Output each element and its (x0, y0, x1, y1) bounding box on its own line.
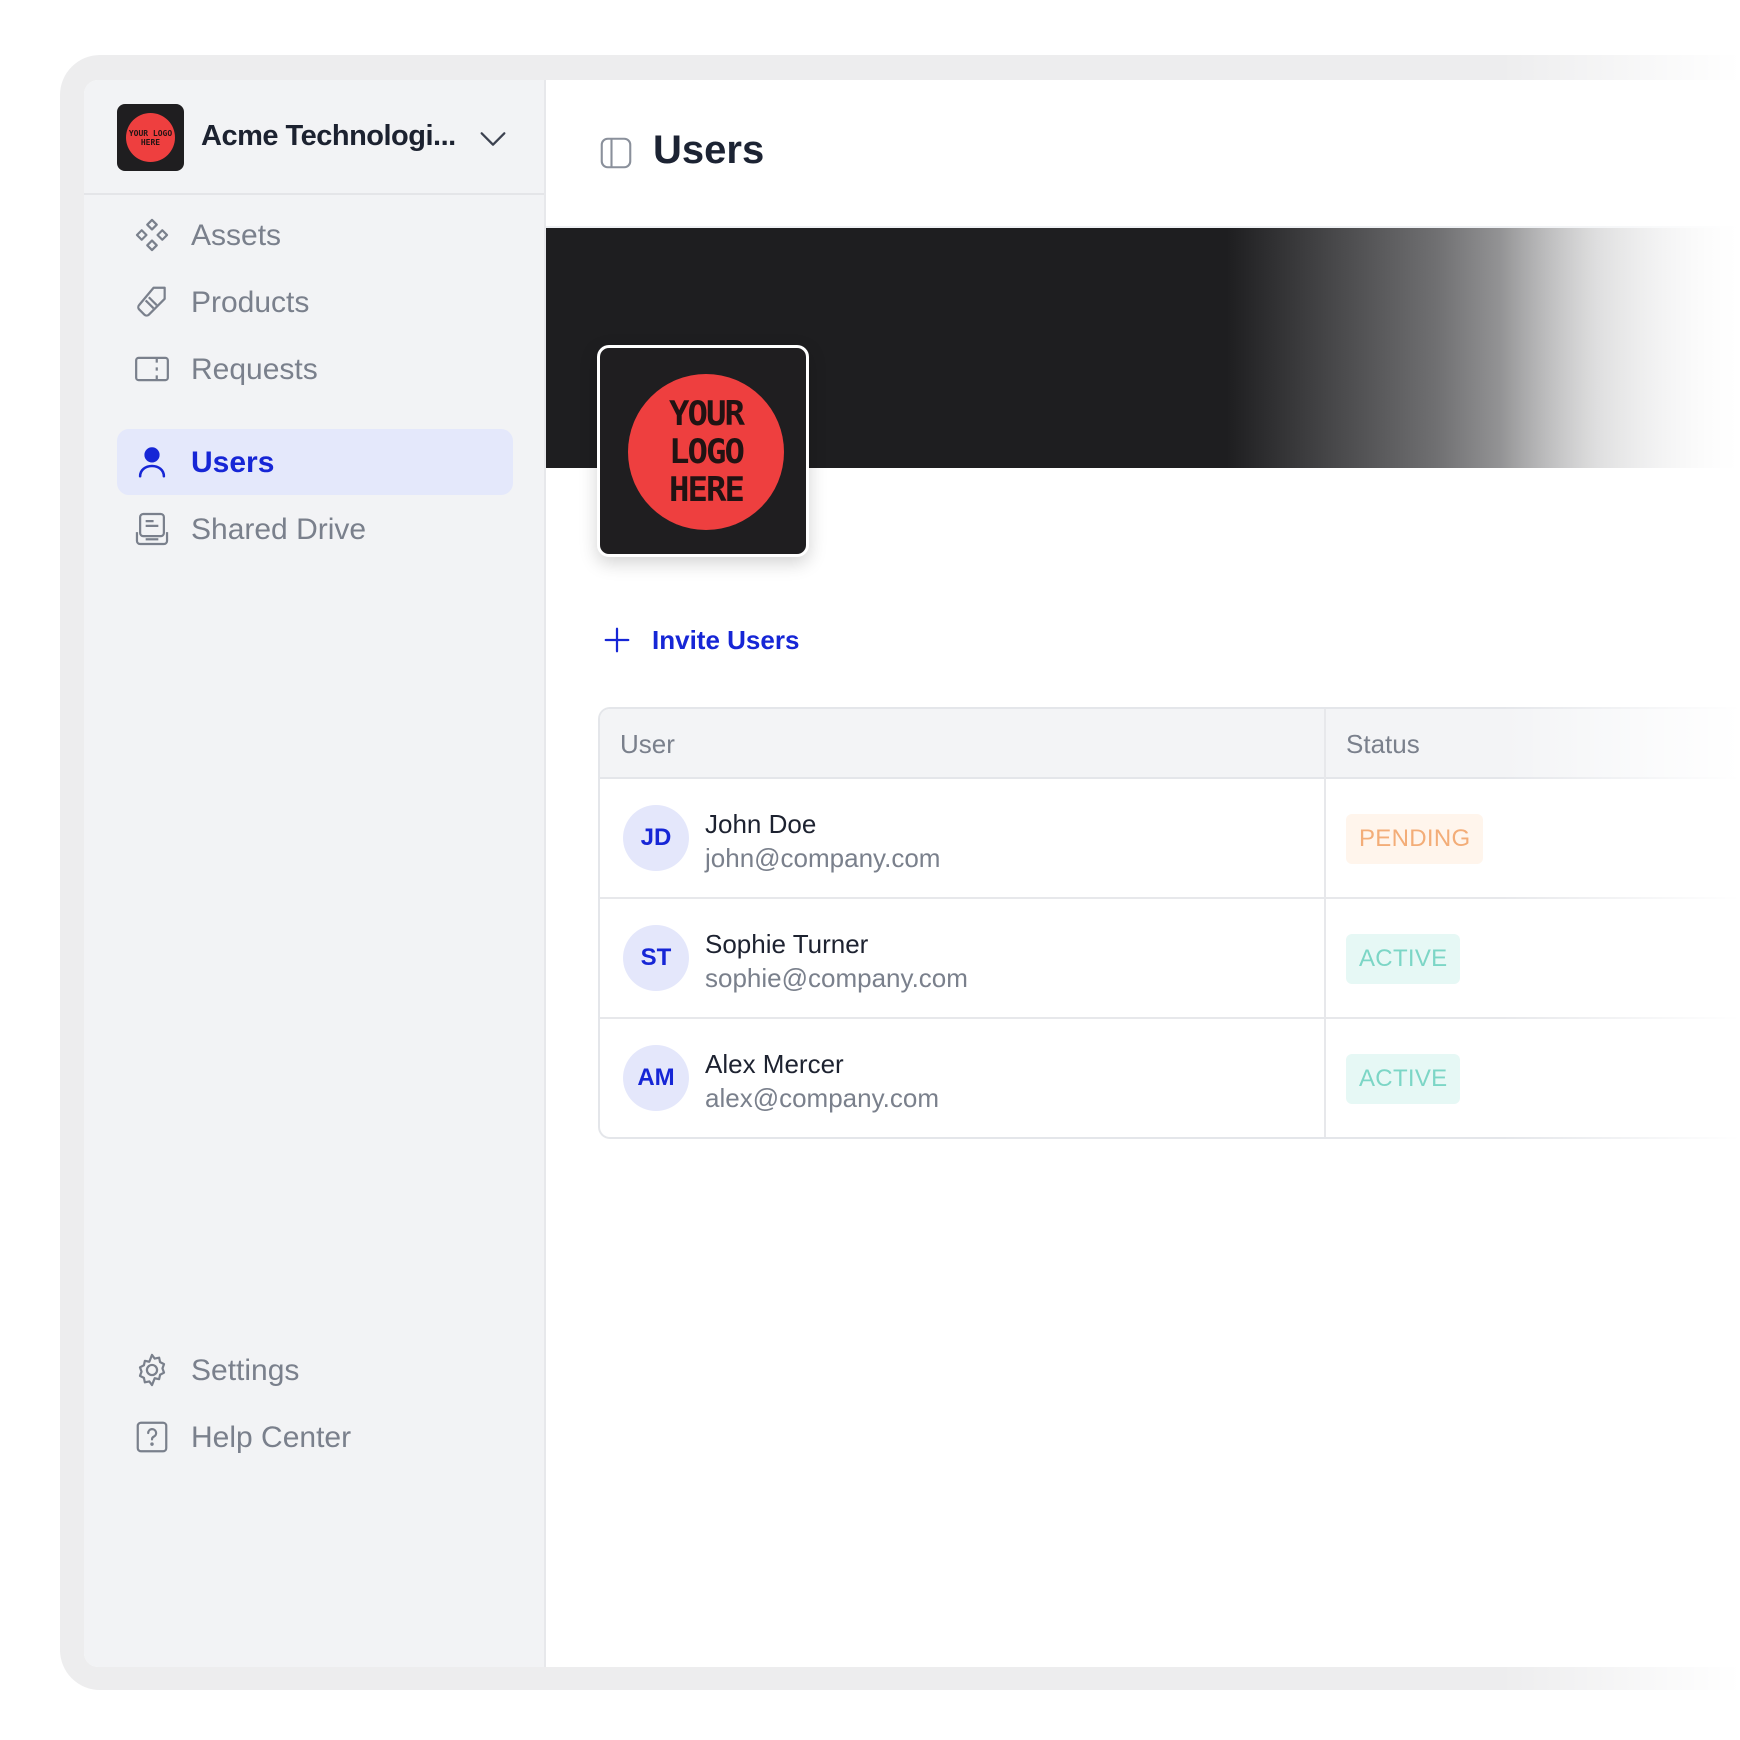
user-email: sophie@company.com (705, 963, 968, 993)
logo-text-line: LOGO (669, 432, 745, 472)
user-name: Alex Mercer (705, 1049, 844, 1079)
user-name: Sophie Turner (705, 929, 869, 959)
column-divider (1324, 709, 1326, 1137)
avatar: ST (623, 925, 689, 991)
sidebar-item-products[interactable]: Products (117, 269, 513, 335)
org-logo-disc: YOUR LOGO HERE (126, 113, 175, 162)
sidebar-item-users[interactable]: Users (117, 429, 513, 495)
help-icon (136, 1421, 168, 1453)
sidebar-item-label: Users (191, 446, 275, 479)
avatar: JD (623, 805, 689, 871)
sidebar: YOUR LOGO HERE Acme Technologi... Assets… (84, 80, 546, 1667)
status-badge: ACTIVE (1346, 1054, 1461, 1104)
chevron-down-icon[interactable] (476, 122, 510, 156)
sidebar-item-shared-drive[interactable]: Shared Drive (117, 496, 513, 562)
logo-text-line: HERE (669, 470, 745, 510)
user-email: john@company.com (705, 843, 941, 873)
table-header: User Status (600, 709, 1740, 779)
sidebar-item-label: Assets (191, 219, 282, 252)
sidebar-item-label: Shared Drive (191, 513, 367, 546)
logo-disc: YOUR LOGO HERE (628, 374, 784, 530)
company-logo: YOUR LOGO HERE (597, 345, 809, 557)
sidebar-item-label: Products (191, 286, 310, 319)
main-content: Users YOUR LOGO HERE Invite Users User S… (546, 80, 1740, 1667)
drive-icon (135, 512, 169, 546)
invite-users-label: Invite Users (652, 624, 800, 655)
user-name: John Doe (705, 809, 817, 839)
ticket-icon (135, 356, 169, 382)
table-row[interactable]: JD John Doe john@company.com PENDING (600, 779, 1740, 899)
table-row[interactable]: AM Alex Mercer alex@company.com ACTIVE (600, 1019, 1740, 1137)
sidebar-item-assets[interactable]: Assets (117, 202, 513, 268)
top-bar: Users (546, 80, 1740, 228)
sidebar-item-label: Help Center (191, 1421, 352, 1454)
assets-icon (135, 218, 169, 252)
avatar: AM (623, 1045, 689, 1111)
user-icon (138, 447, 166, 478)
page-title: Users (653, 128, 765, 172)
gear-icon (138, 1353, 166, 1387)
org-switcher[interactable]: YOUR LOGO HERE Acme Technologi... (84, 80, 544, 195)
org-logo: YOUR LOGO HERE (117, 104, 184, 171)
sidebar-item-requests[interactable]: Requests (117, 336, 513, 402)
column-header-user: User (620, 729, 675, 759)
org-name: Acme Technologi... (201, 120, 456, 152)
tag-icon (137, 286, 166, 317)
logo-text-line: YOUR (669, 394, 745, 434)
table-row[interactable]: ST Sophie Turner sophie@company.com ACTI… (600, 899, 1740, 1019)
sidebar-item-settings[interactable]: Settings (117, 1337, 513, 1403)
sidebar-toggle-icon[interactable] (598, 135, 634, 171)
sidebar-item-label: Requests (191, 353, 318, 386)
column-header-status: Status (1346, 729, 1420, 759)
app-window: YOUR LOGO HERE Acme Technologi... Assets… (84, 80, 1740, 1667)
status-badge: PENDING (1346, 814, 1484, 864)
sidebar-item-label: Settings (191, 1354, 300, 1387)
status-badge: ACTIVE (1346, 934, 1461, 984)
bottom-margin (0, 1690, 1740, 1740)
plus-icon (604, 627, 630, 653)
user-email: alex@company.com (705, 1083, 939, 1113)
sidebar-item-help-center[interactable]: Help Center (117, 1404, 513, 1470)
invite-users-button[interactable]: Invite Users (602, 620, 799, 660)
users-table: User Status JD John Doe john@company.com… (598, 707, 1740, 1139)
